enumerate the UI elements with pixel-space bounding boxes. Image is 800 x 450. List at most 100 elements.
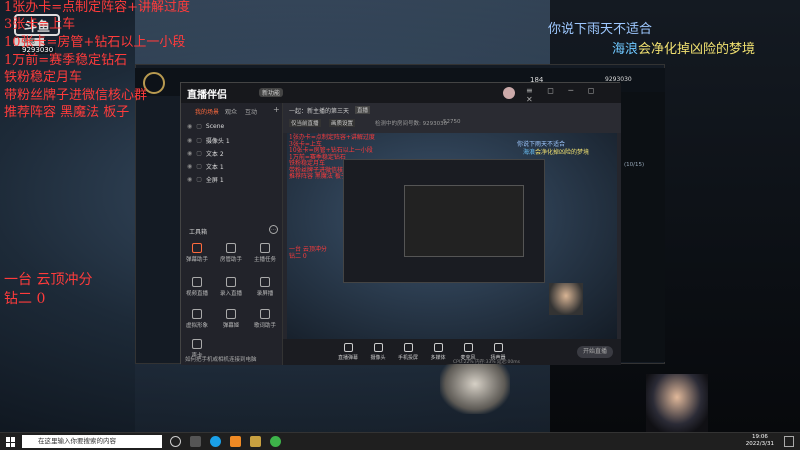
screen-icon	[260, 277, 270, 287]
preview-webcam	[549, 283, 583, 315]
scene-item[interactable]: ◉ ▢ 文本 1	[187, 162, 224, 171]
game-client-icon[interactable]	[250, 436, 261, 447]
danmaku-button[interactable]: 直播弹幕	[335, 343, 361, 361]
tab-interact[interactable]: 互动	[245, 107, 257, 116]
nested-preview-window-2	[404, 185, 524, 257]
more-icon[interactable]: …	[269, 225, 278, 234]
overlay-line: 3张卡=上车	[4, 17, 76, 32]
eye-icon[interactable]: ◉	[187, 150, 192, 157]
scene-item[interactable]: ◉ ▢ 摄像头 1	[187, 136, 230, 145]
game-side-panel: (10/15)	[620, 92, 665, 362]
clock[interactable]: 19:06 2022/3/31	[746, 434, 774, 448]
download-icon	[226, 277, 236, 287]
windows-start-icon[interactable]	[6, 437, 16, 447]
tool-admin[interactable]: 房管助手	[217, 243, 245, 263]
live-companion-window[interactable]: 直播伴侣 新功能 ≡ ◻ ─ ◻ ✕ 我的场景 观众 互动 + ◉ ▢ Scene …	[180, 82, 621, 365]
tool-avatar[interactable]: 虚拟形象	[183, 309, 211, 329]
app-logo: 直播伴侣	[187, 90, 227, 101]
media-button[interactable]: 多媒体	[425, 343, 451, 361]
phone-icon	[403, 343, 413, 352]
lock-icon[interactable]: ▢	[196, 137, 202, 144]
tool-video[interactable]: 视频直播	[183, 277, 211, 297]
quality-chip[interactable]: 画质设置	[329, 119, 356, 127]
rank-line-1: 一台 云顶冲分	[4, 272, 93, 288]
phone-cast-button[interactable]: 手机投屏	[395, 343, 421, 361]
notification-icon[interactable]	[784, 436, 794, 447]
new-feature-badge[interactable]: 新功能	[259, 88, 284, 97]
overlay-line: 10张卡=房管+钻石以上一小段	[4, 35, 186, 50]
explorer-icon[interactable]	[190, 436, 201, 447]
left-panel: 我的场景 观众 互动 + ◉ ▢ Scene ◉ ▢ 摄像头 1 ◉ ▢ 文本 2 ◉ ▢ 文本…	[181, 103, 283, 365]
stream-preview[interactable]: 1张办卡=点制定阵容+讲解过度 3张卡=上车 10张卡=房管+钻石以上一小段 1万前=…	[287, 133, 617, 339]
danmaku-icon	[192, 243, 202, 253]
wallpaper-figure	[440, 364, 510, 414]
lyric-line-2: 海浪会净化掉凶险的梦境	[612, 42, 756, 57]
edge-icon[interactable]	[210, 436, 221, 447]
connect-camera-link[interactable]: 如何把手机或相机连接到电脑	[185, 355, 257, 363]
eye-icon[interactable]: ◉	[187, 176, 192, 183]
tool-record[interactable]: 录入直播	[217, 277, 245, 297]
video-icon	[192, 277, 202, 287]
window-controls[interactable]: ≡ ◻ ─ ◻ ✕	[526, 86, 621, 104]
media-icon	[433, 343, 443, 352]
live-companion-icon[interactable]	[230, 436, 241, 447]
tool-lyrics[interactable]: 歌词助手	[251, 309, 279, 329]
rank-line-2: 钻二 0	[4, 291, 46, 307]
app-icon[interactable]	[270, 436, 281, 447]
task-icon	[260, 243, 270, 253]
add-scene-icon[interactable]: +	[273, 105, 280, 114]
overlay-line: 1张办卡=点制定阵容+讲解过度	[4, 0, 191, 15]
speaker-icon	[493, 343, 503, 352]
avatar[interactable]	[503, 87, 515, 99]
tool-danmaku-ji[interactable]: 弹幕姬	[217, 309, 245, 329]
nested-preview-window	[343, 159, 545, 283]
overlay-line: 1万前=赛季稳定钻石	[4, 53, 128, 68]
overlay-line: 铁粉稳定月车	[4, 70, 83, 85]
overlay-line: 推荐阵容 黑魔法 板子	[4, 105, 130, 120]
stream-badge[interactable]: 直播	[355, 106, 371, 114]
camera-button[interactable]: 摄像头	[365, 343, 391, 361]
lyric-line-1: 你说下雨天不适合	[548, 22, 653, 37]
webcam-feed	[646, 374, 708, 432]
preview-rank-text: 一台 云顶冲分 钻二 0	[289, 246, 327, 260]
task-view-icon[interactable]	[170, 436, 181, 447]
lock-icon[interactable]: ▢	[196, 150, 202, 157]
lock-icon[interactable]: ▢	[196, 163, 202, 170]
taskbar: 在这里输入你要搜索的内容 19:06 2022/3/31	[0, 432, 800, 450]
scene-item[interactable]: ◉ ▢ Scene	[187, 123, 224, 130]
tab-audience[interactable]: 观众	[225, 107, 237, 116]
preview-lyric-2: 海浪会净化掉凶险的梦境	[523, 149, 590, 156]
mic-icon	[463, 343, 473, 352]
toolbox-title: 工具箱	[189, 229, 208, 236]
viewer-stat: 52750	[443, 119, 461, 125]
lyrics-icon	[260, 309, 270, 319]
scene-item[interactable]: ◉ ▢ 文本 2	[187, 149, 224, 158]
admin-icon	[226, 243, 236, 253]
current-only-chip[interactable]: 仅当前直播	[289, 119, 321, 127]
tool-screen[interactable]: 录屏播	[251, 277, 279, 297]
game-side-text: (10/15)	[624, 162, 645, 168]
danmaku-ji-icon	[226, 309, 236, 319]
danmaku-icon	[343, 343, 353, 352]
soundcard-icon	[192, 339, 202, 349]
start-stream-button[interactable]: 开始直播	[577, 346, 613, 358]
main-panel: 一起：新主播的第三天 直播 仅当前直播 画质设置 检测中的房间号数: 92930…	[283, 103, 621, 365]
avatar-icon	[192, 309, 202, 319]
eye-icon[interactable]: ◉	[187, 163, 192, 170]
scene-item[interactable]: ◉ ▢ 全屏 1	[187, 175, 224, 184]
title-bar: 直播伴侣 新功能 ≡ ◻ ─ ◻ ✕	[181, 83, 621, 104]
room-stat: 检测中的房间号数: 9293030	[375, 121, 448, 127]
tool-task[interactable]: 主播任务	[251, 243, 279, 263]
lock-icon[interactable]: ▢	[196, 123, 202, 130]
overlay-line: 带粉丝牌子进微信核心群	[4, 88, 148, 103]
eye-icon[interactable]: ◉	[187, 123, 192, 130]
bottom-toolbar: 直播弹幕 摄像头 手机投屏 多媒体 麦克风 扬声器 开始直播	[283, 339, 621, 365]
taskbar-search-input[interactable]: 在这里输入你要搜索的内容	[22, 435, 162, 448]
stream-info-bar: 一起：新主播的第三天 直播 仅当前直播 画质设置 检测中的房间号数: 92930…	[283, 103, 621, 133]
stream-title[interactable]: 一起：新主播的第三天	[289, 106, 349, 115]
tool-danmaku[interactable]: 弹幕助手	[183, 243, 211, 263]
camera-icon	[373, 343, 383, 352]
eye-icon[interactable]: ◉	[187, 137, 192, 144]
tab-scenes[interactable]: 我的场景	[195, 107, 219, 116]
lock-icon[interactable]: ▢	[196, 176, 202, 183]
